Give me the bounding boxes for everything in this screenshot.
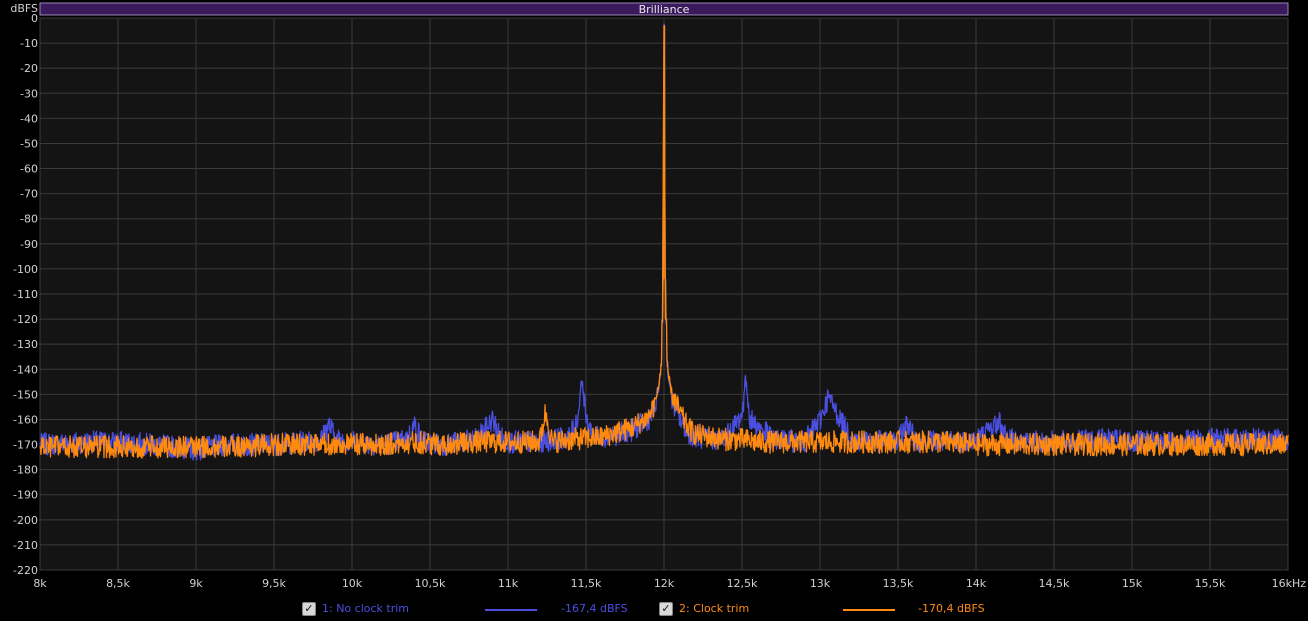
series2-legend-line	[843, 609, 895, 611]
y-tick-label: -170	[13, 439, 38, 452]
x-tick-label: 12k	[654, 577, 675, 590]
x-tick-label: 15k	[1122, 577, 1143, 590]
y-tick-label: -220	[13, 564, 38, 577]
legend: ✓ 1: No clock trim -167,4 dBFS ✓ 2: Cloc…	[0, 602, 1308, 618]
x-tick-label: 10k	[342, 577, 363, 590]
x-tick-label: 16kHz	[1272, 577, 1307, 590]
x-tick-label: 11k	[498, 577, 519, 590]
series1-legend-line	[485, 609, 537, 611]
y-tick-label: -90	[20, 238, 38, 251]
y-tick-label: -110	[13, 288, 38, 301]
x-tick-label: 8,5k	[106, 577, 130, 590]
y-tick-label: -80	[20, 213, 38, 226]
x-tick-label: 9,5k	[262, 577, 286, 590]
x-tick-label: 10,5k	[415, 577, 446, 590]
x-tick-label: 11,5k	[571, 577, 602, 590]
y-tick-label: -180	[13, 464, 38, 477]
x-tick-label: 14,5k	[1039, 577, 1070, 590]
series2-checkbox[interactable]: ✓	[659, 602, 673, 616]
spectrum-chart: Brilliance dBFS 0-10-20-30-40-50-60-70-8…	[10, 2, 1306, 590]
y-axis-ticks: 0 -10 -20 -30 -40 -50 -60 -70 -80 -90 -100 -110 -120…	[13, 12, 38, 577]
x-tick-label: 15,5k	[1195, 577, 1226, 590]
y-tick-label: -30	[20, 87, 38, 100]
y-tick-label: -130	[13, 338, 38, 351]
series1-readout: -167,4 dBFS	[561, 602, 628, 615]
x-tick-label: 13,5k	[883, 577, 914, 590]
y-tick-label: -40	[20, 112, 38, 125]
y-tick-label: -140	[13, 363, 38, 376]
series2-legend-label: 2: Clock trim	[679, 602, 750, 615]
x-axis-ticks: 8k 8,5k 9k 9,5k 10k 10,5k 11k 11,5k 12k 12,5k 13k 1…	[33, 577, 1306, 590]
band-label: Brilliance	[639, 3, 690, 16]
y-tick-label: -150	[13, 388, 38, 401]
y-tick-label: -120	[13, 313, 38, 326]
x-tick-label: 12,5k	[727, 577, 758, 590]
series2-readout: -170,4 dBFS	[918, 602, 985, 615]
x-tick-label: 9k	[189, 577, 203, 590]
x-tick-label: 13k	[810, 577, 831, 590]
y-tick-label: -10	[20, 37, 38, 50]
y-tick-label: -20	[20, 62, 38, 75]
y-tick-label: 0	[31, 12, 38, 25]
y-tick-label: -190	[13, 489, 38, 502]
y-tick-label: -100	[13, 263, 38, 276]
x-tick-label: 8k	[33, 577, 47, 590]
x-tick-label: 14k	[966, 577, 987, 590]
y-tick-label: -50	[20, 137, 38, 150]
y-tick-label: -70	[20, 188, 38, 201]
y-tick-label: -60	[20, 163, 38, 176]
series1-legend-label: 1: No clock trim	[322, 602, 410, 615]
y-tick-label: -160	[13, 413, 38, 426]
y-tick-label: -200	[13, 514, 38, 527]
series1-checkbox[interactable]: ✓	[302, 602, 316, 616]
y-tick-label: -210	[13, 539, 38, 552]
